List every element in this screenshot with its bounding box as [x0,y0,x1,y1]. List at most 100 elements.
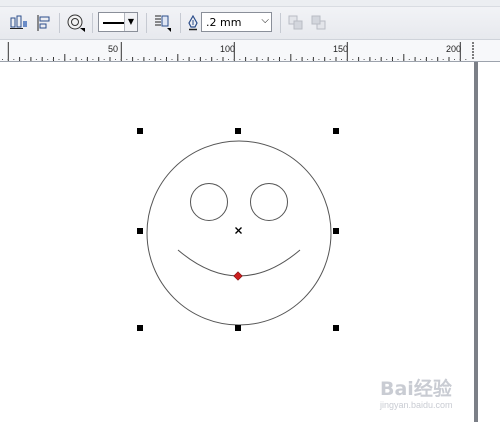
ruler-dot [442,59,444,60]
face-circle[interactable] [146,140,332,326]
selection-handle-left[interactable] [137,228,143,234]
align-icon[interactable] [10,15,28,31]
to-front-icon[interactable] [288,15,304,31]
ruler-dot [47,59,49,60]
outline-pen-icon[interactable] [66,13,86,33]
ruler-dot [188,59,190,60]
chevron-down-icon[interactable]: ⌵ [261,15,269,26]
toolbar-separator [146,13,147,33]
ruler-dot [239,59,241,60]
ruler-dot [318,59,320,60]
smile-curve[interactable] [177,249,301,277]
ruler-dot [52,59,54,60]
chevron-down-icon[interactable]: ▼ [124,13,137,31]
ruler-dot [228,59,229,60]
ruler-dot [459,59,461,60]
ruler-dot [301,59,303,60]
selection-handle-right[interactable] [333,228,339,234]
toolbar-separator [180,13,181,33]
ruler-dot [7,59,9,60]
ruler-dot [250,59,252,60]
ruler-dot [216,59,218,60]
ruler-dot [408,59,410,60]
ruler-dot [261,59,263,60]
drawing-canvas[interactable] [0,62,500,422]
watermark-url: jingyan.baidu.com [380,400,453,410]
ruler-dot [41,59,43,60]
ruler-dot [324,59,326,60]
ruler-dot [98,59,100,60]
right-eye[interactable] [250,183,288,221]
ruler-dot [24,59,26,60]
ruler-label: 150 [333,44,349,54]
ruler-dot [278,59,280,60]
ruler-dot [363,59,365,60]
ruler-dot [120,59,122,60]
ruler-dot [2,59,3,60]
ruler-dot [199,59,201,60]
ruler-label: 50 [108,44,119,54]
ruler-dot [205,59,207,60]
ruler-dot [86,59,88,60]
outline-width-value: .2 mm [206,16,242,29]
ruler-dot [30,59,32,60]
pen-nib-icon [188,15,198,31]
selection-handle-bottom-right[interactable] [333,325,339,331]
ruler-dot [374,59,376,60]
toolbar-separator [280,13,281,33]
wrap-text-icon[interactable] [154,14,172,32]
ruler-dot [126,59,128,60]
toolbar-top-strip [0,0,500,7]
selection-handle-bottom-left[interactable] [137,325,143,331]
ruler-dot [346,59,348,60]
left-eye[interactable] [190,183,228,221]
ruler-dot [131,59,133,60]
center-marker-icon [235,227,242,234]
ruler-dot [329,59,331,60]
ruler-dot [165,59,167,60]
ruler-dot [148,59,150,60]
ruler-dot [414,59,416,60]
selection-handle-bottom[interactable] [235,325,241,331]
ruler-dot [160,59,162,60]
selection-handle-top[interactable] [235,128,241,134]
smiley-drawing[interactable] [0,62,500,422]
toolbar-separator [59,13,60,33]
ruler-dot [454,59,455,60]
selection-handle-top-left[interactable] [137,128,143,134]
ruler-dot [137,59,139,60]
ruler-dot [391,59,393,60]
ruler-dot [386,59,388,60]
line-style-dropdown[interactable]: ▼ [98,12,138,32]
selection-handle-top-right[interactable] [333,128,339,134]
ruler-dot [211,59,213,60]
ruler-dot [307,59,309,60]
ruler-dot [109,59,111,60]
ruler-dot [244,59,246,60]
curve-node[interactable] [233,271,243,281]
ruler-label: 100 [220,44,236,54]
ruler-dot [341,59,342,60]
ruler-dot [284,59,286,60]
ruler-dot [194,59,196,60]
ruler-dot [103,59,105,60]
ruler-dot [397,59,399,60]
ruler-dot [64,59,66,60]
distribute-icon[interactable] [36,15,52,31]
ruler-dot [256,59,258,60]
ruler-dot [81,59,83,60]
horizontal-ruler[interactable]: 50 100 150 200 [0,40,500,62]
ruler-label: 200 [446,44,462,54]
outline-width-dropdown[interactable]: .2 mm ⌵ [201,12,272,32]
ruler-dot [75,59,77,60]
ruler-dot [115,59,116,60]
ruler-dot [273,59,275,60]
ruler-dot [267,59,269,60]
ruler-dot [335,59,337,60]
ruler-dot [465,59,467,60]
property-bar: ▼ .2 mm ⌵ [0,0,500,40]
ruler-dot [92,59,94,60]
watermark: Bai经验 jingyan.baidu.com [380,370,490,414]
ruler-dot [403,59,405,60]
to-back-icon[interactable] [311,15,327,31]
